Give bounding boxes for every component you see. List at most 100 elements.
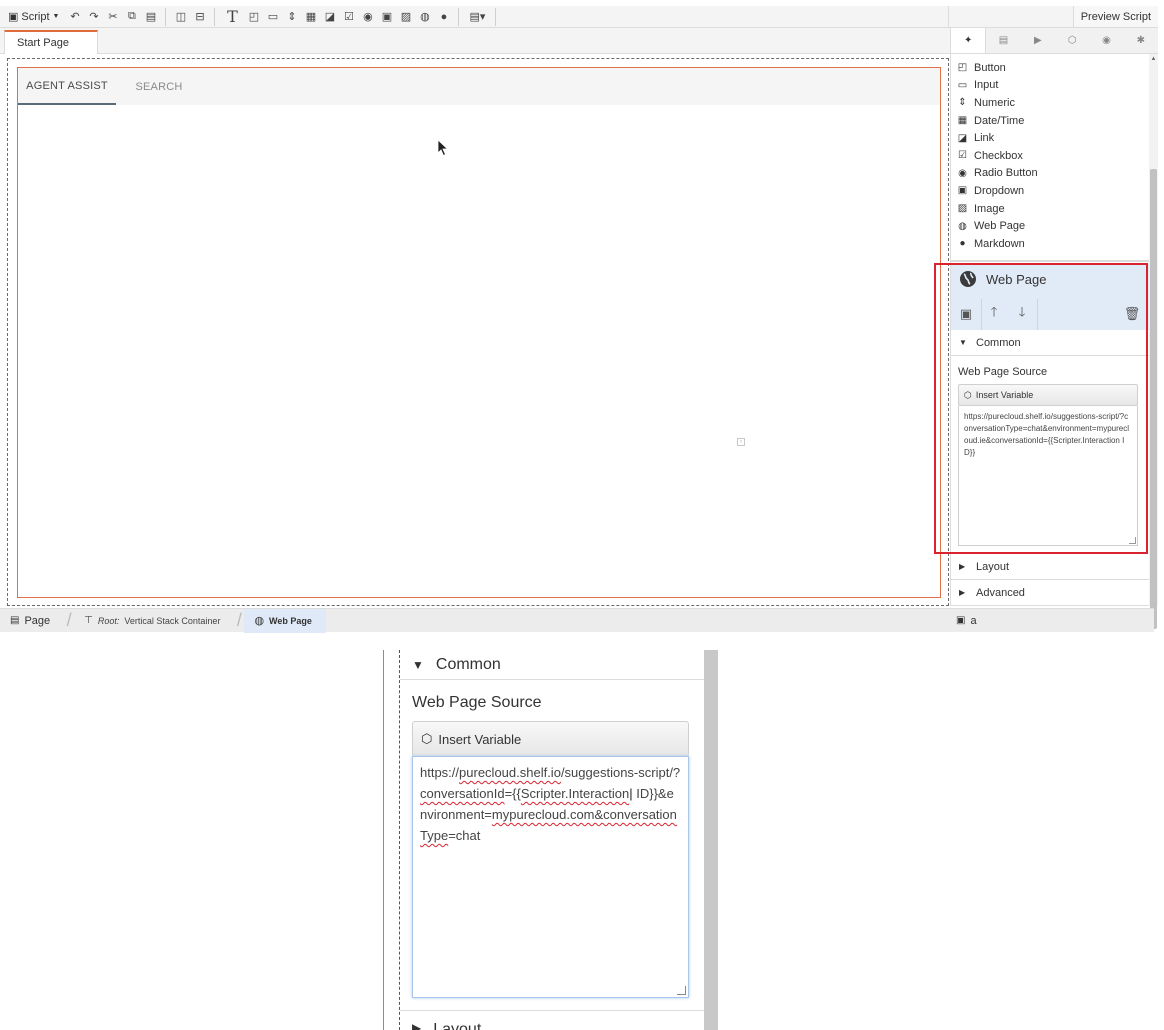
panel-scrollbar-thumb[interactable] <box>1150 169 1157 629</box>
source-part: ={{ <box>504 786 521 801</box>
component-label: Image <box>974 202 1005 215</box>
selected-component-tools: ▣ 🡑 🡓 🗑 <box>951 299 1150 330</box>
script-icon: ▣ <box>956 615 966 626</box>
undo-icon[interactable]: ↶ <box>65 8 84 26</box>
component-link[interactable]: ◪ Link <box>957 129 1137 147</box>
vertical-container-icon[interactable]: ◫ <box>171 8 190 26</box>
status-text: a <box>970 614 977 627</box>
toolbar-separator <box>495 7 497 26</box>
zoom-scrollbar[interactable] <box>704 650 718 1030</box>
component-button[interactable]: ◰ Button <box>957 59 1137 77</box>
section-advanced[interactable]: ▶ Advanced <box>951 580 1150 606</box>
breadcrumb-root[interactable]: ⊤ Root: Vertical Stack Container <box>74 609 234 633</box>
panel-scrollbar[interactable] <box>1149 54 1158 629</box>
copy-icon[interactable]: ⧉ <box>122 8 141 26</box>
component-markdown[interactable]: ● Markdown <box>957 235 1137 253</box>
zoom-canvas-border <box>399 650 400 1030</box>
page-tabs: Start Page <box>0 28 950 54</box>
tool-separator <box>1037 299 1038 330</box>
web-page-source-value: https://purecloud.shelf.io/suggestions-s… <box>964 412 1129 457</box>
insert-variable-label: Insert Variable <box>975 390 1034 400</box>
component-label: Web Page <box>974 220 1026 233</box>
dropdown-tool-icon[interactable]: ▣ <box>377 8 396 26</box>
arrow-up-icon[interactable]: 🡑 <box>984 304 1004 324</box>
component-label: Link <box>974 132 995 145</box>
breadcrumb-current[interactable]: ◍ Web Page <box>244 608 326 633</box>
play-icon[interactable]: ▶ <box>1021 28 1055 53</box>
radio-tool-icon[interactable]: ◉ <box>358 8 377 26</box>
numeric-tool-icon[interactable]: ⇕ <box>282 8 301 26</box>
selected-component-header: Web Page ▣ 🡑 🡓 🗑 <box>951 264 1150 330</box>
calendar-tool-icon[interactable]: ▦ <box>301 8 320 26</box>
component-input[interactable]: ▭ Input <box>957 77 1137 95</box>
scroll-up-icon[interactable]: ▲ <box>1150 56 1157 62</box>
pin-icon[interactable]: ✦ <box>951 28 987 53</box>
zoom-section-layout[interactable]: ▶ Layout <box>400 1010 704 1030</box>
caret-right-icon: ▶ <box>959 588 966 597</box>
tab-agent-assist[interactable]: AGENT ASSIST <box>18 68 116 105</box>
component-radio-button[interactable]: ◉ Radio Button <box>957 165 1137 183</box>
web-page-source-textarea[interactable]: https://purecloud.shelf.io/suggestions-s… <box>958 406 1138 546</box>
component-label: Radio Button <box>974 167 1038 180</box>
zoom-insert-variable-button[interactable]: ⬡ Insert Variable <box>412 721 689 757</box>
resize-grip-icon[interactable] <box>1129 537 1136 544</box>
selected-component-title: Web Page <box>986 271 1047 287</box>
hierarchy-icon: ⊤ <box>84 615 93 626</box>
section-layout[interactable]: ▶ Layout <box>951 554 1150 580</box>
component-checkbox[interactable]: ☑ Checkbox <box>957 147 1137 165</box>
caret-down-icon: ▼ <box>52 13 60 20</box>
bug-icon[interactable]: ✱ <box>1124 28 1158 53</box>
zoom-section-common[interactable]: ▼ Common <box>400 650 704 680</box>
component-datetime[interactable]: ▦ Date/Time <box>957 112 1137 130</box>
resize-handle-icon[interactable]: › <box>737 438 745 446</box>
breadcrumb-page-label: Page <box>24 614 51 627</box>
zoom-source-textarea[interactable]: https://purecloud.shelf.io/suggestions-s… <box>412 756 689 998</box>
checkbox-tool-icon[interactable]: ☑ <box>339 8 358 26</box>
mouse-cursor-icon <box>437 139 449 157</box>
component-image[interactable]: ▨ Image <box>957 200 1137 218</box>
preview-script-button[interactable]: Preview Script <box>1072 6 1158 27</box>
section-common[interactable]: ▼ Common <box>951 330 1150 356</box>
markdown-tool-icon[interactable]: ● <box>434 8 453 26</box>
script-icon: ▣ <box>8 11 19 23</box>
breadcrumb-page[interactable]: ▤ Page <box>0 609 64 633</box>
button-tool-icon[interactable]: ◰ <box>244 8 263 26</box>
eye-icon[interactable]: ◉ <box>1089 28 1123 53</box>
tab-start-page[interactable]: Start Page <box>4 30 98 54</box>
script-canvas[interactable]: AGENT ASSIST SEARCH › <box>7 58 949 606</box>
paste-icon[interactable]: ▤ <box>141 8 160 26</box>
input-tool-icon[interactable]: ▭ <box>263 8 282 26</box>
horizontal-container-icon[interactable]: ⊟ <box>190 8 209 26</box>
tab-search[interactable]: SEARCH <box>126 68 192 105</box>
breadcrumb-separator: / <box>236 610 242 630</box>
trash-icon[interactable]: 🗑 <box>1122 304 1142 324</box>
cube-icon[interactable]: ⬡ <box>1055 28 1089 53</box>
more-components-icon[interactable]: ▤▾ <box>464 8 490 26</box>
resize-grip-icon[interactable] <box>677 986 686 995</box>
insert-variable-button[interactable]: ⬡ Insert Variable <box>958 384 1138 406</box>
component-web-page[interactable]: ◍ Web Page <box>957 217 1137 235</box>
breadcrumb-root-label: Vertical Stack Container <box>124 615 221 626</box>
image-tool-icon[interactable]: ▨ <box>396 8 415 26</box>
globe-icon <box>960 271 976 287</box>
arrow-down-icon[interactable]: 🡓 <box>1012 304 1032 324</box>
vertical-stack-container[interactable]: AGENT ASSIST SEARCH › <box>17 67 941 598</box>
text-icon[interactable]: T <box>220 7 244 26</box>
script-menu-button[interactable]: ▣ Script ▼ <box>0 10 65 24</box>
cut-icon[interactable]: ✂ <box>103 8 122 26</box>
page-icon[interactable]: ▤ <box>986 28 1020 53</box>
component-dropdown[interactable]: ▣ Dropdown <box>957 182 1137 200</box>
zoom-layout-label: Layout <box>433 1021 482 1030</box>
button-icon: ◰ <box>957 62 968 74</box>
caret-right-icon: ▶ <box>959 562 966 571</box>
webpage-tool-icon[interactable]: ◍ <box>415 8 434 26</box>
redo-icon[interactable]: ↷ <box>84 8 103 26</box>
zoomed-inset: ▼ Common Web Page Source ⬡ Insert Variab… <box>380 650 720 1030</box>
link-icon: ◪ <box>957 132 968 144</box>
properties-icon[interactable]: ▣ <box>956 304 976 324</box>
toolbar-separator <box>214 7 216 26</box>
source-part: =chat <box>448 828 481 843</box>
component-numeric[interactable]: ⇕ Numeric <box>957 94 1137 112</box>
link-tool-icon[interactable]: ◪ <box>320 8 339 26</box>
source-part-misspelled: purecloud.shelf.io <box>459 765 561 780</box>
